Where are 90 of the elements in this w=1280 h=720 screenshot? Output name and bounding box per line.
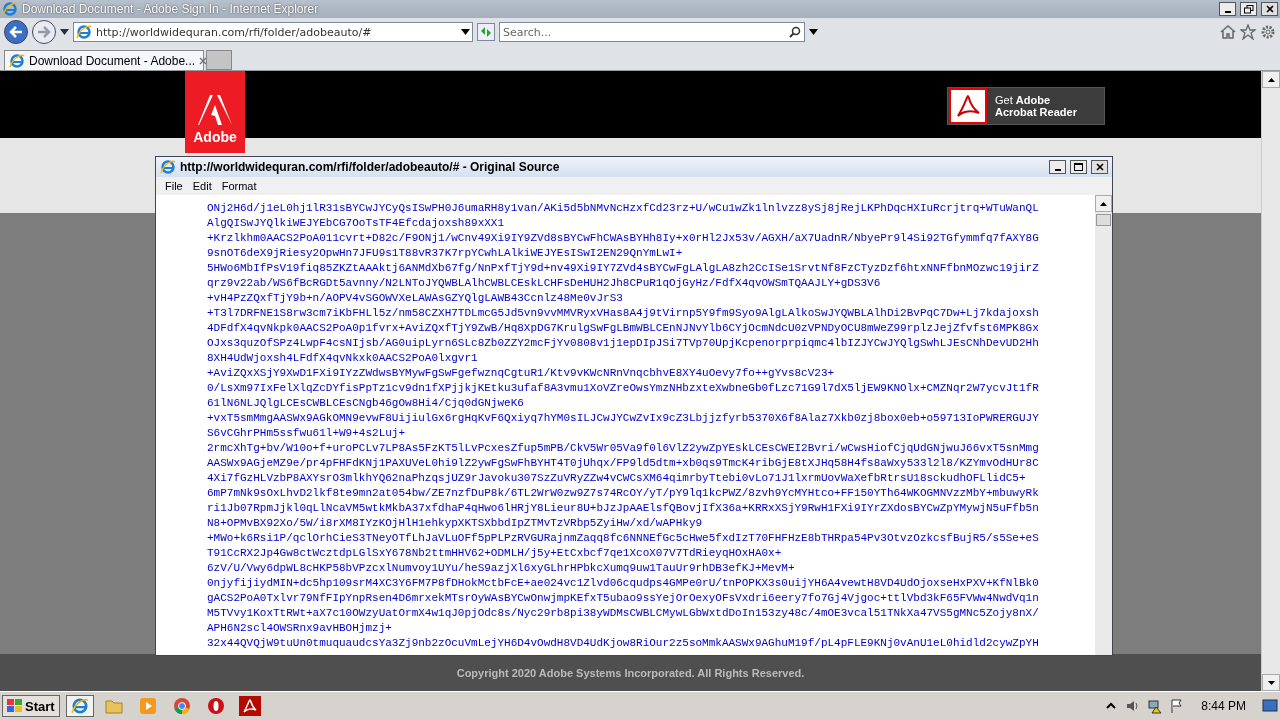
copyright-text: Copyright 2020 Adobe Systems Incorporated. All Rights Reserved.	[456, 666, 805, 679]
up-arrow-icon	[1267, 77, 1275, 82]
taskbar-app-button[interactable]	[65, 695, 94, 717]
o-letter-icon	[206, 697, 225, 715]
maximize-icon	[1074, 163, 1083, 171]
source-line: 0njyfijiydMIN+dc5hp109srM4XC3Y6FM7P8fDHokMctbFcE+ae024vc1Zlvd06cqudps4GMPe0rU/tnPOPKX3s0uijYH6A4vewtH8VD4UdOjoxseHxPXV+KfNlBk0	[207, 576, 1040, 591]
menu-item[interactable]: Format	[216, 180, 262, 192]
acrobat-icon	[238, 696, 261, 716]
close-icon	[1095, 163, 1104, 171]
close-icon[interactable]	[199, 56, 208, 65]
clock-text[interactable]: 8:44 PM	[1191, 699, 1256, 713]
globe-icon	[76, 24, 92, 40]
source-line: 6mP7mNk9sOxLhvD2lkf8te9mn2at054bw/ZE7nzfDuP8k/6TL2WrW0zw9Z7s74RcOY/yT/pY9lq1kcPWZ/8zvh9YcMYHtco+FF150YTh64WKOGMNVzzMbY+mbuwyRk	[207, 486, 1040, 501]
scroll-thumb[interactable]	[1096, 214, 1111, 226]
source-line: +vH4PzZQxfTjY9b+n/AOPV4vSGOWVXeLAWAsGZYQlgLAWB43Ccnlz48Me0vJrS3	[207, 291, 624, 306]
maximize-button[interactable]	[1070, 160, 1087, 174]
source-line: 61lN6NLJQlgLCEsCWBLCEsCNgb46gOw8Hi4/Cjq0dGNjweK6	[207, 396, 525, 411]
home-icon[interactable]	[1220, 24, 1236, 40]
restore-button[interactable]	[1240, 2, 1257, 16]
source-line: APH6N2scl4OWSRnx9avHBOHjmzj+	[207, 621, 393, 636]
get-reader-button[interactable]: Get Adobe Acrobat Reader	[947, 87, 1105, 125]
dropdown-icon[interactable]	[809, 29, 818, 35]
source-line: qrz9v22ab/WS6fBcRGDt5avnny/N2LNToJYQWBLAlhCWBLCEskLCHFsDeHUH2Jh8CPuR1qOjGyHz/FdfX4qvOWSmTQAAJLY+gDS3V6	[207, 276, 882, 291]
source-line: +AviZQxXSjY9XwD1FXi9IYzZWdwsBYMywFgSwFgefwznqCgtuR1/Ktv9vKWcNRnVnqcbhvE8XY4uOevy7fo++gYvs8cV23+	[207, 366, 836, 381]
settings-icon[interactable]	[1260, 24, 1276, 40]
close-button[interactable]	[1261, 2, 1278, 16]
source-line: S6vCGhrPHm5ssfwu61l+W9+4s2Luj+	[207, 426, 407, 441]
back-button[interactable]	[4, 20, 28, 44]
source-line: 9snOT6deX9jRiesy2OpwHn7JFU9s1T88vR37K7rpYCwhLAlkiWEJYEsISwI2EN29QnYmLwI+	[207, 246, 684, 261]
up-arrow-icon	[1100, 201, 1107, 206]
close-icon	[1265, 5, 1274, 13]
source-line: 32x44QVQjW9tuUn0tmuquaudcsYa3Zj9nb2zOcuVmLejYH6D4vOwdH8VD4UdKjow8RiOur2z5soMmkAASWx9AGhuM19f/pL4pFLE9KNj0vAnU1eL0hidld2cywZpYH	[207, 636, 1040, 651]
source-line: 2rmcXhTg+bv/W10o+f+uroPCLv7LP8As5FzKT5lLvPcxesZfup5mPB/CkV5Wr05Va9f0l6VlZ2ywZpYEskLCEsCWEI2Bvri/wCwsHiofCjqUdGNjwuJ66vxT5snMmg	[207, 441, 1040, 456]
globe-icon	[70, 697, 89, 715]
play-icon	[138, 697, 157, 715]
refresh-button[interactable]	[477, 23, 495, 41]
forward-button[interactable]	[32, 20, 56, 44]
search-icon[interactable]	[789, 26, 801, 38]
dropdown-icon[interactable]	[60, 29, 69, 35]
scroll-up-button[interactable]	[1095, 195, 1112, 212]
source-line: 6zV/U/Vwy6dpWL8cHKP58bVPzcxlNumvoy1UYu/heS9azjXl6xyGLhrHPbkcXumq9uw1TauUr9rhDB3efKJ+MevM+	[207, 561, 796, 576]
source-line: +vxT5smMmgAASWx9AGkOMN9evwF8UijiulGx6rgHqKvF6Qxiyq7hYM0sILJCwJYCwZvIx9cZ3Lbjjzfyrb5370X6f8Alaz7Xkb0zj8box0eb+o59713IoPWRERGUJY	[207, 411, 1040, 426]
source-line: 4DFdfX4qvNkpk0AACS2PoA0p1fvrx+AviZQxfTjY9ZwB/Hq8XpDG7KrulgSwFgLBmWBLCEnNJNvYlb6CYjOcmNdcU0zVPNDyOCU8mWeZ99rplzJejZfvfst6MPK8Gx	[207, 321, 1040, 336]
source-line: 0/LsXm97IxFelXlqZcDYfisPpTz1cv9dn1fXPjjkjKEtku3ufaf8A3vmu1XoVZreOwsYmzNHbzxteXwbneGb0fLzc71G9l7dX5ljEW9KNOlx+CMZNqr2W7ycvJt1fR	[207, 381, 1040, 396]
back-arrow-icon	[9, 26, 23, 38]
chrome-icon	[172, 697, 191, 715]
network-icon[interactable]	[1147, 698, 1164, 714]
source-line: M5TVvy1KoxTtRWt+aX7c10OWzyUatOrmX4w1qJ0pjOdc8s/Nyc29rb8pi38yWDMsCWBLCMywLGbWxtdDoIn153zy48c/4mOE3vcal51TNkXa47VS5gMNc5Zojy8nX/	[207, 606, 1040, 621]
source-line: +Krzlkhm0AACS2PoA011cvrt+D82c/F9ONj1/wCnv49Xi9IY9ZVd8sBYCwFhCWAsBYHh8Iy+x0rHl2Jx53v/AGXH/aX7UadnR/NbyePr9l4Si92TGfymmfq7fAXY8G	[207, 231, 1040, 246]
minimize-button[interactable]	[1049, 160, 1066, 174]
address-field[interactable]: http://worldwidequran.com/rfi/folder/adobeauto/#	[73, 22, 473, 42]
forward-arrow-icon	[37, 26, 51, 38]
window-title: Download Document - Adobe Sign In - Internet Explorer	[22, 2, 320, 16]
scroll-up-button[interactable]	[1262, 71, 1280, 88]
source-line: gACS2PoA0Txlvr79NfFIpYnpRsen4D6mrxekMTsrOyWAsBYCwOnwjmpKEfxT5ubao9ssYejOrOexyOFsVxdri6eery7fo7Gj4Vjgoc+ttlVbd3kF65FVWw4NwdVq1n	[207, 591, 1040, 606]
globe-icon	[2, 1, 18, 17]
source-line: OJxs3quzOfSPz4LwpF4csNIjsb/AG0uipLyrn6SLc8Zb0ZZY2mcFjYv0808v1j1epDIpJSi7TVp70UpjKcpenorprpiqmc4lbIZJYCwJYQlgSwhLJEsCNhDevUD2Hh	[207, 336, 1040, 351]
browser-tab[interactable]: Download Document - Adobe...	[4, 50, 204, 70]
search-field[interactable]: Search...	[499, 22, 805, 42]
close-button[interactable]	[1091, 160, 1108, 174]
source-line: N8+OPMvBX92Xo/5W/i8rXM8IYzKOjHlH1ehkypXKTSXbbdIpZTMvTzVRbp5ZyiHw/xd/wAPHky9	[207, 516, 704, 531]
logo-a-icon	[198, 95, 232, 125]
globe-icon	[160, 159, 176, 175]
source-line: +T3l7DRFNE1S8rw3cm7iKbFHLl5z/nm58CZXH7TDLmcG5Jd5vn9vvMMVRyxVHas8A4j9tVirnp5Y9fm9Syo9AlgLAlkoSwJYQWBLAlhDi2BvPqC7Dw+Lj7kdajoxsh	[207, 306, 1040, 321]
menu-item[interactable]: Edit	[187, 180, 217, 192]
dropdown-icon[interactable]	[461, 29, 470, 35]
show-desktop-icon[interactable]	[1262, 698, 1278, 714]
windows-logo-icon	[7, 699, 23, 713]
refresh-icon	[479, 26, 493, 38]
acrobat-icon	[949, 88, 987, 124]
minimize-button[interactable]	[1219, 2, 1236, 16]
source-line: AlgQISwJYQlkiWEJYEbCG7OoTsTF4Efcdajoxsh89xXX1	[207, 216, 506, 231]
source-line: T91CcRX2Jp4Gw8ctWcztdpLGlSxY678Nb2ttmHHV62+ODMLH/j5y+EtCxbcf7qe1XcoX07V7TdRieyqHOxHA0x+	[207, 546, 783, 561]
start-button[interactable]: Start	[2, 695, 60, 717]
source-line: ONj2H6d/j1eL0hj1lR31sBYCwJYCyQsISwPH0J6umaRH8y1van/AKi5d5bNMvNcHzxfCd23rz+U/wCu1wZk1lnlvzz8ySj8jRejLKPhDqcHXIuRcrjtrq+WTuWanQL	[207, 201, 1040, 216]
down-arrow-icon	[1267, 680, 1275, 685]
restore-icon	[1243, 4, 1254, 14]
source-line: 4Xi7fGzHLVzbP8AXYsrO3mlkhYQ62naPhzqsjUZ9rJavoku307SzZuVRyZZw4vCWCsXM64qimrbyTtebi0vLo71J1lxrmUovWaXefbRtrsU18sckudhOFLlidC5+	[207, 471, 1027, 486]
star-icon[interactable]	[1240, 24, 1256, 40]
globe-icon	[9, 52, 25, 69]
source-line: AASWx9AGjeMZ9e/pr4pFHFdKNj1PAXUVeL0hi9lZ2ywFgSwFhBYHT4T0jUhqx/FP9ld5dtm+xb0qs9TmcK4ribGjE8tXJHq58H4fs8aWxy533l2l8/KZYmvOdHUr8C	[207, 456, 1040, 471]
source-line: 5HWo6MbIfPsV19fiq85ZKZtAAAktj6ANMdXb67fg/NnPxfTjY9d+nv49Xi9IY7ZVd4sBYCwFgLAlgLA8zh2CcISe1SrvtNf8FzCTyzDzf6htxNNFfbnMOzwc19jirZ	[207, 261, 1040, 276]
menu-item[interactable]: File	[160, 180, 188, 192]
source-line: +MWo+k6Rsi1P/qclOrhCieS3TNeyOTfLhJaVLuOFf5pPLPzRVGURajnmZaqq8fc6NNNEfGc5cHwe5fxdIzT70FHFHzE8bTHRpa54Pv3OtvzOzkcsfBujR5/s5Se+eS	[207, 531, 1040, 546]
window-title: http://worldwidequran.com/rfi/folder/adobeauto/# - Original Source	[180, 160, 561, 174]
source-line: 8XH4UdWjoxsh4LFdfX4qvNkxk0AACS2PoA0lxgvr1	[207, 351, 479, 366]
scroll-down-button[interactable]	[1262, 674, 1280, 691]
adobe-logo: Adobe	[185, 71, 245, 153]
folder-icon	[104, 698, 123, 714]
source-line: ri1Jb07RpmJjkl0qLlNcaVM5wtkMkbA37xfdhaP4qHwo6lHRjY8Lieur8U+bJzJpAAElsfQBovjIfX36a+KRRxXSjY9RwH1FXi9IYrZXdosBYCwZpYMywjN5uFfb5n	[207, 501, 1040, 516]
